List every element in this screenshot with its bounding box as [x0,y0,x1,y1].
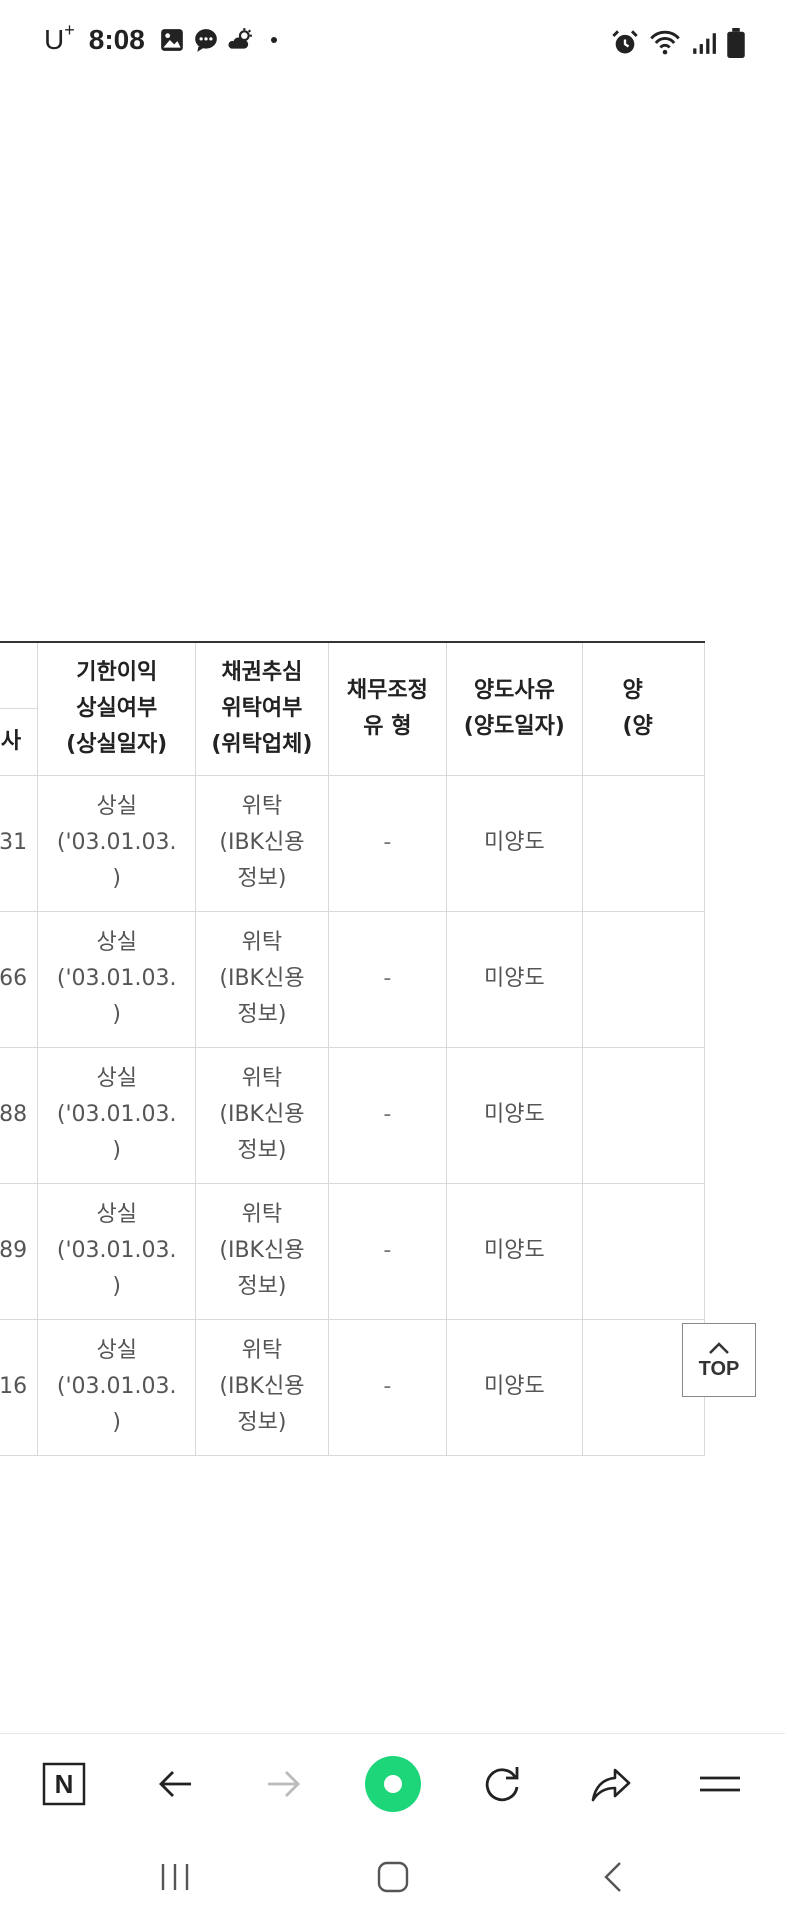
cell-acceleration-loss: 상실 ('03.01.03.) [37,1319,197,1456]
refresh-button[interactable] [472,1754,532,1814]
home-square-icon [377,1861,409,1893]
cell-acceleration-loss: 상실 ('03.01.03.) [37,1047,197,1184]
scroll-to-top-label: TOP [698,1357,740,1380]
cell-consignment: 위탁 (IBK신용 정보) [195,1319,329,1456]
share-arrow-icon [591,1768,631,1802]
table-row: 489 상실('03.01.03.) 위탁(IBK신용정보) - 미양도 [0,1183,705,1320]
refresh-icon [485,1767,519,1802]
debt-info-table-container[interactable]: 기한이익 상실여부 (상실일자) 채권추심 위탁여부 (위탁업체) 채무조정 유… [0,641,785,1461]
cell-acceleration-loss: 상실 ('03.01.03.) [37,911,197,1048]
share-button[interactable] [581,1754,641,1814]
forward-button[interactable] [254,1754,314,1814]
recent-apps-button[interactable] [145,1847,205,1907]
cell-transfer-reason: 미양도 [446,1319,583,1456]
menu-button[interactable] [690,1754,750,1814]
status-right [611,28,745,58]
browser-toolbar: N [0,1733,785,1834]
header-collection-consignment: 채권추심 위탁여부 (위탁업체) [195,641,329,776]
cell-transfer-reason: 미양도 [446,1183,583,1320]
header-transfer-reason: 양도사유 (양도일자) [446,641,583,776]
cell-transfer-reason: 미양도 [446,1047,583,1184]
cell-amount: 331 [0,775,39,912]
cell-transfer-reason: 미양도 [446,911,583,1048]
cell-amount: 616 [0,1319,39,1456]
cell-acceleration-loss: 상실 ('03.01.03.) [37,1183,197,1320]
debt-info-table: 기한이익 상실여부 (상실일자) 채권추심 위탁여부 (위탁업체) 채무조정 유… [0,641,705,1456]
arrow-right-icon [268,1771,300,1797]
naver-home-button[interactable]: N [34,1754,94,1814]
status-left: U+ 8:08 [44,20,277,56]
cell-adjustment-type: - [328,775,448,912]
wifi-icon [650,30,680,55]
chat-bubble-icon [194,29,217,52]
weather-cloud-sun-icon [228,28,252,49]
svg-text:N: N [55,1769,74,1799]
table-row: 288 상실('03.01.03.) 위탁(IBK신용정보) - 미양도 [0,1047,705,1184]
cell-col5 [582,1183,705,1320]
alarm-icon [612,30,638,54]
scroll-to-top-button[interactable]: TOP [682,1323,756,1397]
cell-consignment: 위탁 (IBK신용 정보) [195,1183,329,1320]
cell-adjustment-type: - [328,911,448,1048]
recent-apps-icon [161,1864,189,1890]
header-col0-top [0,641,39,709]
cell-col5 [582,911,705,1048]
cell-consignment: 위탁 (IBK신용 정보) [195,1047,329,1184]
cell-col5 [582,775,705,912]
header-debt-adjustment-type: 채무조정 유 형 [328,641,448,776]
green-dot-button[interactable] [363,1754,423,1814]
cell-transfer-reason: 미양도 [446,775,583,912]
chevron-left-icon [604,1862,621,1892]
chevron-up-icon [709,1341,729,1354]
table-row: 266 상실('03.01.03.) 위탁(IBK신용정보) - 미양도 [0,911,705,1048]
gallery-icon [160,29,183,51]
battery-icon [727,28,745,58]
table-row: 331 상실('03.01.03.) 위탁(IBK신용정보) - 미양도 [0,775,705,912]
status-bar: U+ 8:08 [0,0,785,86]
cell-amount: 489 [0,1183,39,1320]
header-col5-partial: 양 (양 [582,641,705,776]
header-acceleration-loss: 기한이익 상실여부 (상실일자) [37,641,197,776]
cell-col5 [582,1047,705,1184]
carrier-label: U+ [44,20,75,55]
clock: 8:08 [88,24,145,55]
back-button[interactable] [145,1754,205,1814]
menu-icon [700,1776,740,1792]
signal-icon [693,33,716,54]
arrow-left-icon [159,1771,191,1797]
green-dot-icon [365,1756,421,1812]
home-button[interactable] [363,1847,423,1907]
cell-consignment: 위탁 (IBK신용 정보) [195,775,329,912]
system-back-button[interactable] [583,1847,643,1907]
cell-adjustment-type: - [328,1183,448,1320]
cell-adjustment-type: - [328,1319,448,1456]
system-navigation-bar [0,1833,785,1920]
cell-consignment: 위탁 (IBK신용 정보) [195,911,329,1048]
notification-dot [270,37,277,43]
naver-n-icon: N [42,1762,86,1806]
cell-amount: 266 [0,911,39,1048]
cell-acceleration-loss: 상실 ('03.01.03.) [37,775,197,912]
cell-adjustment-type: - [328,1047,448,1184]
header-col0-bottom: 사 [0,708,39,776]
cell-amount: 288 [0,1047,39,1184]
table-row: 616 상실('03.01.03.) 위탁(IBK신용정보) - 미양도 [0,1319,705,1456]
